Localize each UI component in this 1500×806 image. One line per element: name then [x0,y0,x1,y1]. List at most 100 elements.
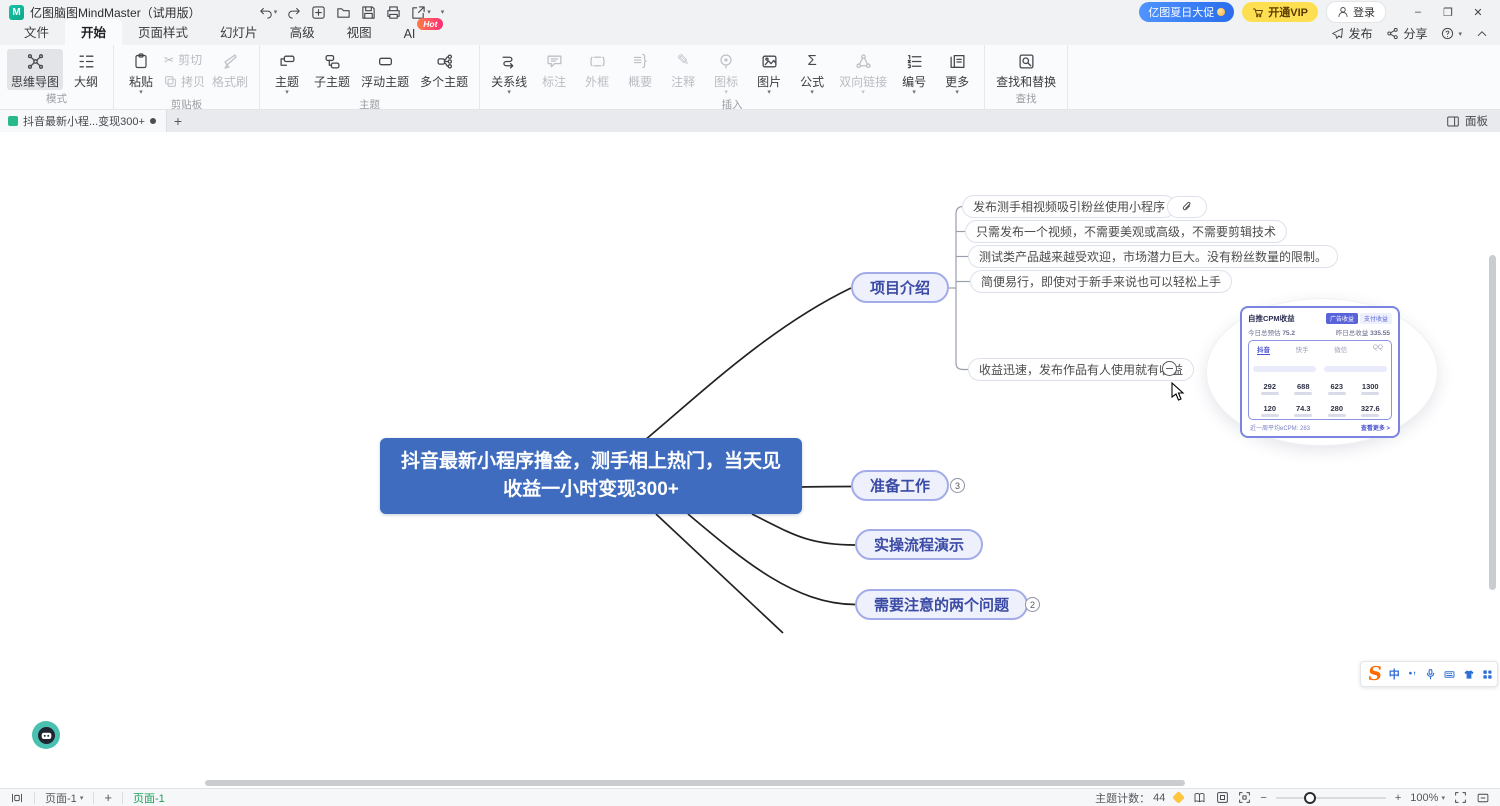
share-button[interactable]: 分享 [1386,25,1427,42]
branch-node-intro[interactable]: 项目介绍 [851,272,949,303]
mindmap-canvas[interactable]: 抖音最新小程序撸金，测手相上热门，当天见收益一小时变现300+ 项目介绍 准备工… [0,132,1500,788]
more-insert-button[interactable]: 更多▾ [937,49,977,96]
ime-mic-icon[interactable] [1425,668,1436,680]
ribbon-group-mode: 思维导图 大纲 模式 [0,45,114,109]
branch-node-demo[interactable]: 实操流程演示 [855,529,983,560]
new-document-tab-button[interactable]: + [167,110,189,132]
gem-icon[interactable] [1173,791,1186,804]
undo-caret-icon[interactable]: ▾ [274,9,278,16]
reading-view-button[interactable] [1192,792,1207,804]
branch-node-prep[interactable]: 准备工作 [851,470,949,501]
child-node[interactable]: 只需发布一个视频，不需要美观或高级，不需要剪辑技术 [965,220,1287,243]
promo-badge[interactable]: 亿图夏日大促 [1139,2,1234,22]
copy-button[interactable]: 拷贝 [164,73,205,90]
child-node[interactable]: 测试类产品越来越受欢迎，市场潜力巨大。没有粉丝数量的限制。 [968,245,1338,268]
insert-icon-button[interactable]: 图标▾ [706,49,746,96]
zoom-level-selector[interactable]: 100% ▾ [1410,792,1445,804]
mindmap-mode-button[interactable]: 思维导图 [7,49,63,90]
undo-button[interactable]: ▾ [259,5,278,19]
find-replace-icon [1018,51,1035,71]
collapse-toggle[interactable] [1162,361,1177,376]
tab-ai[interactable]: AI Hot [388,24,446,45]
customize-toolbar-button[interactable]: ▾ [441,9,445,16]
horizontal-scrollbar[interactable] [205,780,1185,786]
ime-punctuation-icon[interactable] [1407,669,1418,680]
publish-button[interactable]: 发布 [1331,25,1372,42]
page-selector[interactable]: 页面-1 ▾ [45,790,83,806]
add-page-button[interactable]: + [104,790,112,805]
formula-button[interactable]: Σ 公式▾ [792,49,832,96]
callout-button[interactable]: 标注 [534,49,574,90]
cut-button[interactable]: ✂ 剪切 [164,51,205,68]
relation-line-button[interactable]: 关系线▾ [487,49,531,96]
paste-icon [133,51,149,71]
tab-advanced[interactable]: 高级 [274,19,331,45]
tab-view[interactable]: 视图 [331,19,388,45]
save-button[interactable] [361,5,376,20]
help-button[interactable]: ▾ [1441,27,1462,40]
tab-slides[interactable]: 幻灯片 [204,19,274,45]
note-button[interactable]: ✎ 注释 [663,49,703,90]
picture-button[interactable]: 图片▾ [749,49,789,96]
fit-page-button[interactable] [1216,791,1229,804]
vertical-scrollbar[interactable] [1489,255,1496,590]
find-replace-button[interactable]: 查找和替换 [992,49,1060,90]
ime-skin-icon[interactable] [1463,669,1475,680]
note-icon: ✎ [677,52,690,70]
fullscreen-button[interactable] [1454,791,1467,804]
boundary-icon [589,51,606,71]
fit-screen-button[interactable] [1238,791,1251,804]
tab-page-style[interactable]: 页面样式 [122,19,204,45]
bilink-button[interactable]: 双向链接▾ [835,49,891,96]
summary-button[interactable]: ≡} 概要 [620,49,660,90]
topic-button[interactable]: 主题▾ [267,49,307,96]
tab-file[interactable]: 文件 [8,19,65,45]
tab-home[interactable]: 开始 [65,19,122,45]
export-caret-icon[interactable]: ▾ [427,9,431,16]
collapsed-count-badge-issues[interactable]: 2 [1025,597,1040,612]
multi-topic-button[interactable]: 多个主题 [416,49,472,90]
child-node[interactable]: 简便易行，即使对于新手来说也可以轻松上手 [970,270,1232,293]
restore-button[interactable]: ❐ [1434,2,1462,22]
close-button[interactable]: ✕ [1464,2,1492,22]
zoom-out-button[interactable]: − [1260,792,1266,804]
numbering-button[interactable]: 编号▾ [894,49,934,96]
outline-mode-button[interactable]: 大纲 [66,49,106,90]
open-file-button[interactable] [336,5,351,20]
document-tab[interactable]: 抖音最新小程...变现300+ [0,110,167,132]
ime-keyboard-icon[interactable] [1443,669,1456,680]
hyperlink-pill[interactable] [1167,196,1207,218]
minimize-button[interactable]: – [1404,2,1432,22]
vip-button[interactable]: 开通VIP [1242,2,1318,22]
collapse-ribbon-button[interactable] [1476,28,1488,40]
zoom-slider[interactable] [1276,797,1386,799]
boundary-button[interactable]: 外框 [577,49,617,90]
format-painter-button[interactable]: 格式刷 [208,49,252,90]
promo-gift-icon [1217,8,1225,16]
zoom-in-button[interactable]: + [1395,792,1401,804]
collapsed-count-badge-prep[interactable]: 3 [950,478,965,493]
subtopic-button[interactable]: 子主题 [310,49,354,90]
ime-mode-button[interactable]: 中 [1389,666,1400,682]
ime-toolbox-icon[interactable] [1482,669,1493,680]
new-page-button[interactable] [311,5,326,20]
print-button[interactable] [386,5,401,20]
child-node[interactable]: 发布测手相视频吸引粉丝使用小程序 [962,195,1176,218]
login-button[interactable]: 登录 [1326,1,1386,23]
cpm-screenshot[interactable]: 自推CPM收益 广告收益 支付收益 今日总预估 75.2 昨日总收益 335.5… [1240,306,1400,438]
ai-assistant-float-button[interactable] [32,721,60,749]
branch-node-issues[interactable]: 需要注意的两个问题 [855,589,1028,620]
paste-button[interactable]: 粘贴▾ [121,49,161,96]
redo-button[interactable] [287,5,301,19]
child-node[interactable]: 收益迅速，发布作品有人使用就有收益 [968,358,1194,381]
ime-toolbar[interactable]: S 中 [1360,661,1498,687]
paperclip-icon [1181,201,1193,213]
sogou-logo-icon[interactable]: S [1367,665,1383,684]
page-fit-button[interactable] [1476,792,1490,804]
zoom-slider-knob[interactable] [1304,792,1316,804]
page-overview-button[interactable] [10,792,24,804]
panel-toggle-button[interactable]: 面板 [1446,113,1500,129]
central-topic-node[interactable]: 抖音最新小程序撸金，测手相上热门，当天见收益一小时变现300+ [380,438,802,514]
active-page-label[interactable]: 页面-1 [133,790,165,806]
floating-topic-button[interactable]: 浮动主题 [357,49,413,90]
